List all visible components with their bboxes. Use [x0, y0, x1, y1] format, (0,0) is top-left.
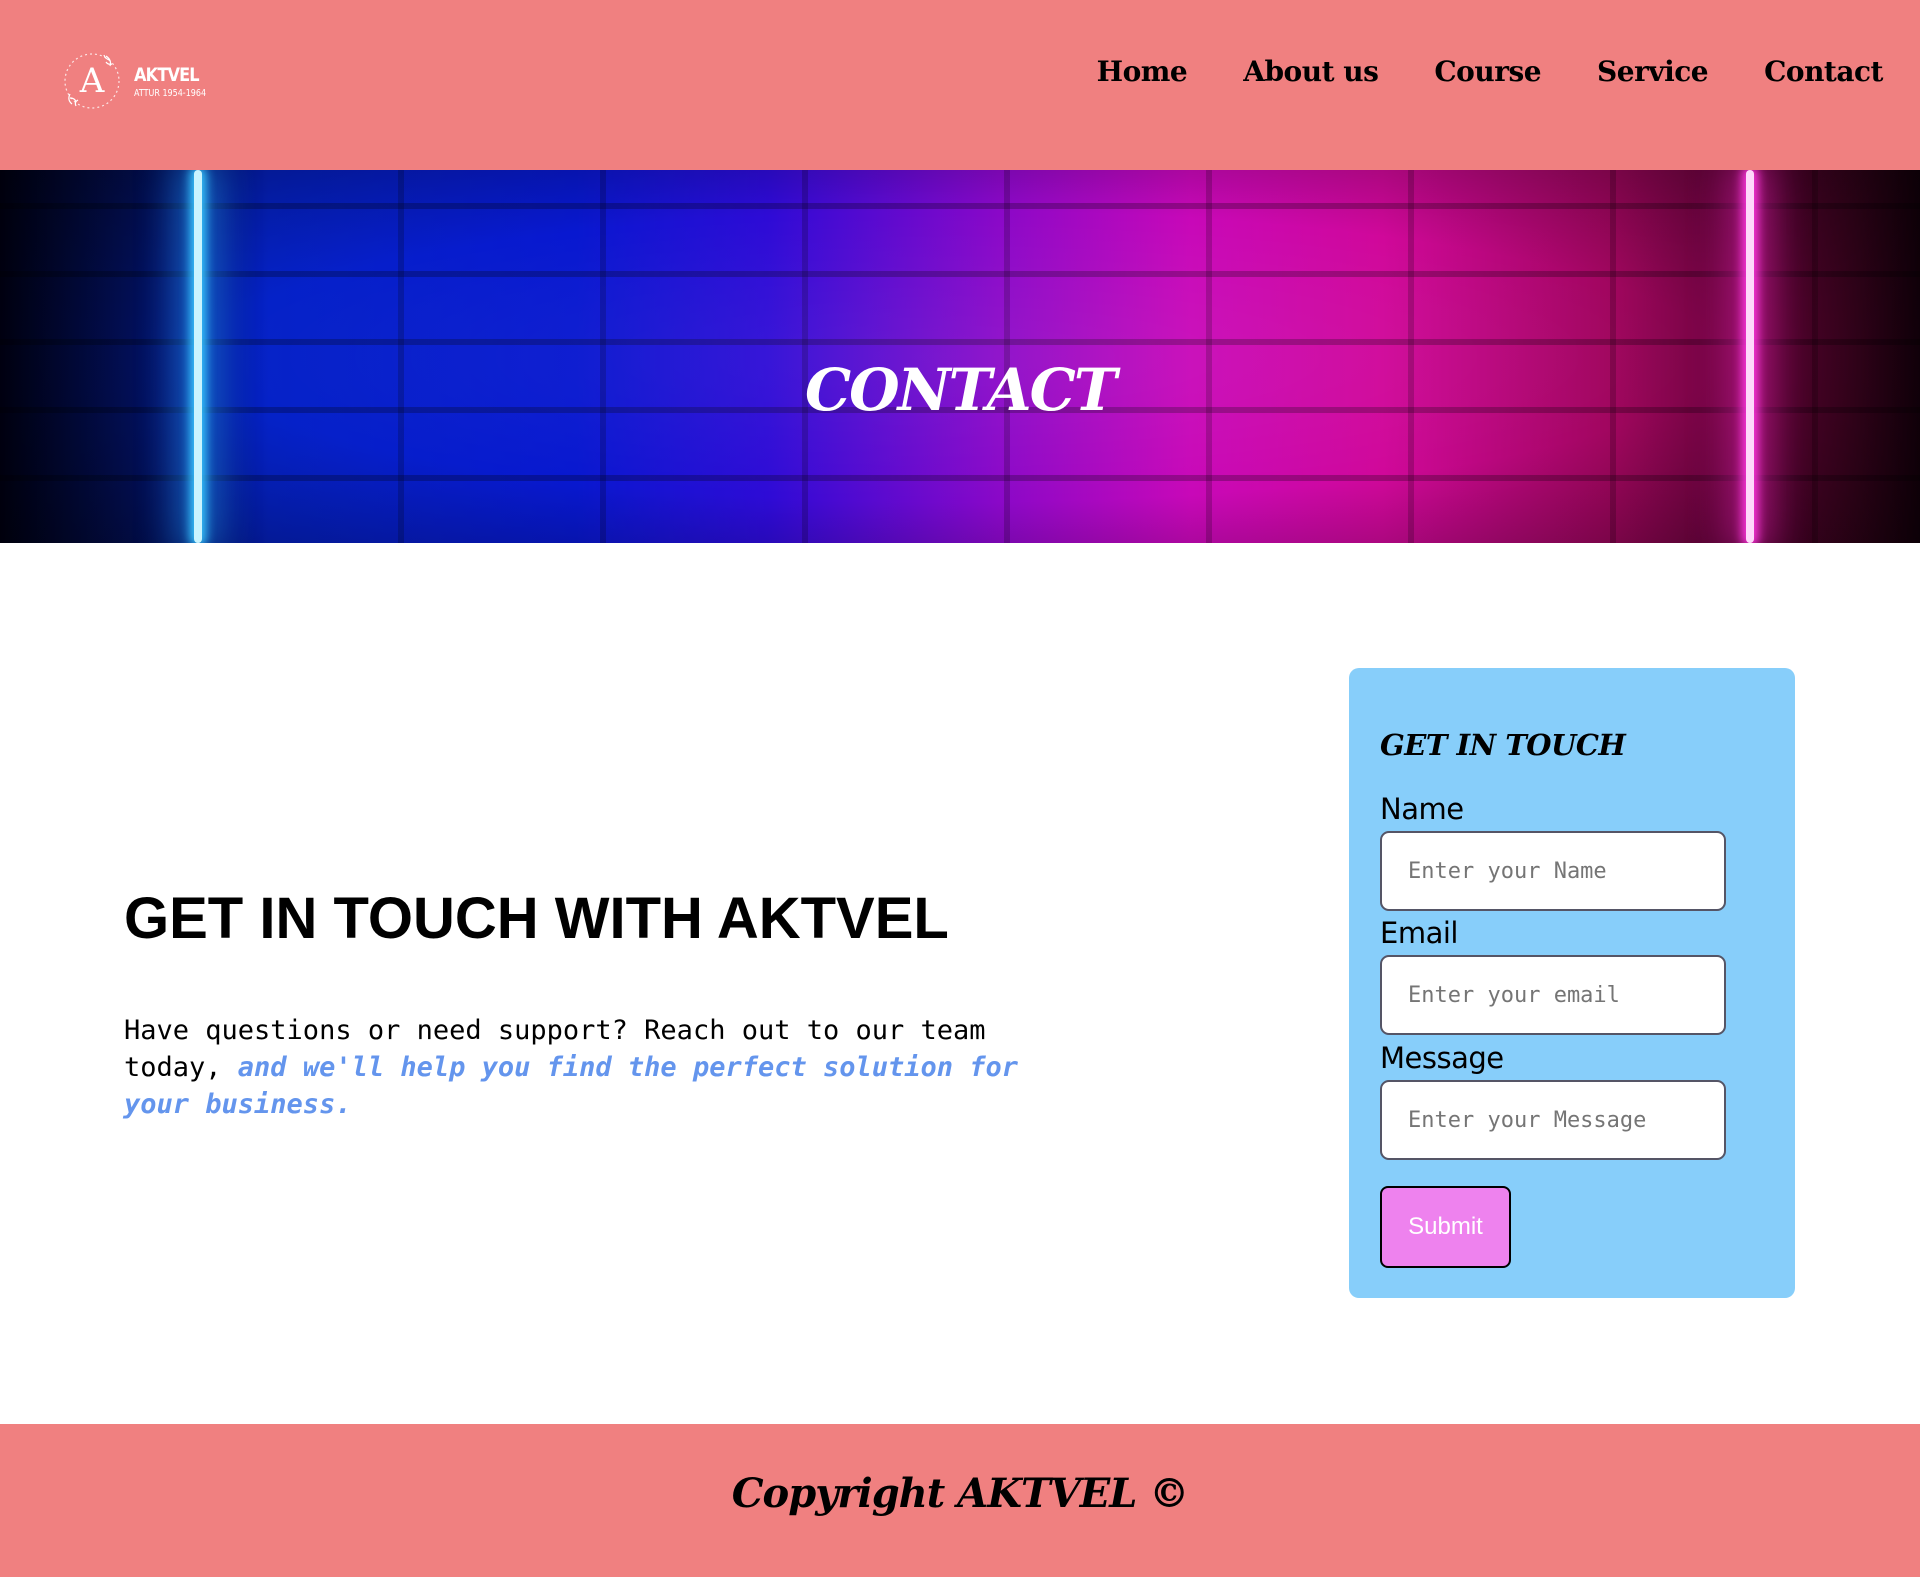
- intro-text: Have questions or need support? Reach ou…: [124, 1012, 1084, 1123]
- site-header: A AKTVEL ATTUR 1954-1964 Home About us C…: [0, 0, 1920, 170]
- nav-about-us[interactable]: About us: [1243, 55, 1379, 88]
- main-nav: Home About us Course Service Contact: [1097, 55, 1884, 88]
- nav-service[interactable]: Service: [1597, 55, 1709, 88]
- submit-button[interactable]: Submit: [1380, 1186, 1511, 1268]
- logo-emblem-icon: A: [64, 53, 120, 109]
- intro-heading: GET IN TOUCH WITH AKTVEL: [124, 886, 949, 951]
- message-input[interactable]: [1380, 1080, 1726, 1160]
- hero-banner: CONTACT: [0, 170, 1920, 543]
- neon-light-left: [194, 170, 202, 543]
- email-input[interactable]: [1380, 955, 1726, 1035]
- name-label: Name: [1380, 792, 1464, 826]
- email-label: Email: [1380, 916, 1458, 950]
- site-footer: Copyright AKTVEL ©: [0, 1424, 1920, 1577]
- page-title: CONTACT: [804, 355, 1117, 424]
- footer-copyright: Copyright AKTVEL ©: [731, 1470, 1190, 1517]
- nav-course[interactable]: Course: [1434, 55, 1541, 88]
- neon-light-right: [1746, 170, 1754, 543]
- form-title: GET IN TOUCH: [1380, 728, 1626, 762]
- nav-contact[interactable]: Contact: [1764, 55, 1883, 88]
- nav-home[interactable]: Home: [1097, 55, 1188, 88]
- logo-emblem-letter: A: [79, 61, 105, 101]
- message-label: Message: [1380, 1041, 1504, 1075]
- name-input[interactable]: [1380, 831, 1726, 911]
- brand-logo[interactable]: A AKTVEL ATTUR 1954-1964: [62, 46, 232, 120]
- brand-name: AKTVEL: [134, 64, 200, 86]
- intro-text-highlight: and we'll help you find the perfect solu…: [124, 1052, 1019, 1120]
- contact-form-card: GET IN TOUCH Name Email Message Submit: [1349, 668, 1795, 1298]
- brand-subtitle: ATTUR 1954-1964: [134, 88, 207, 99]
